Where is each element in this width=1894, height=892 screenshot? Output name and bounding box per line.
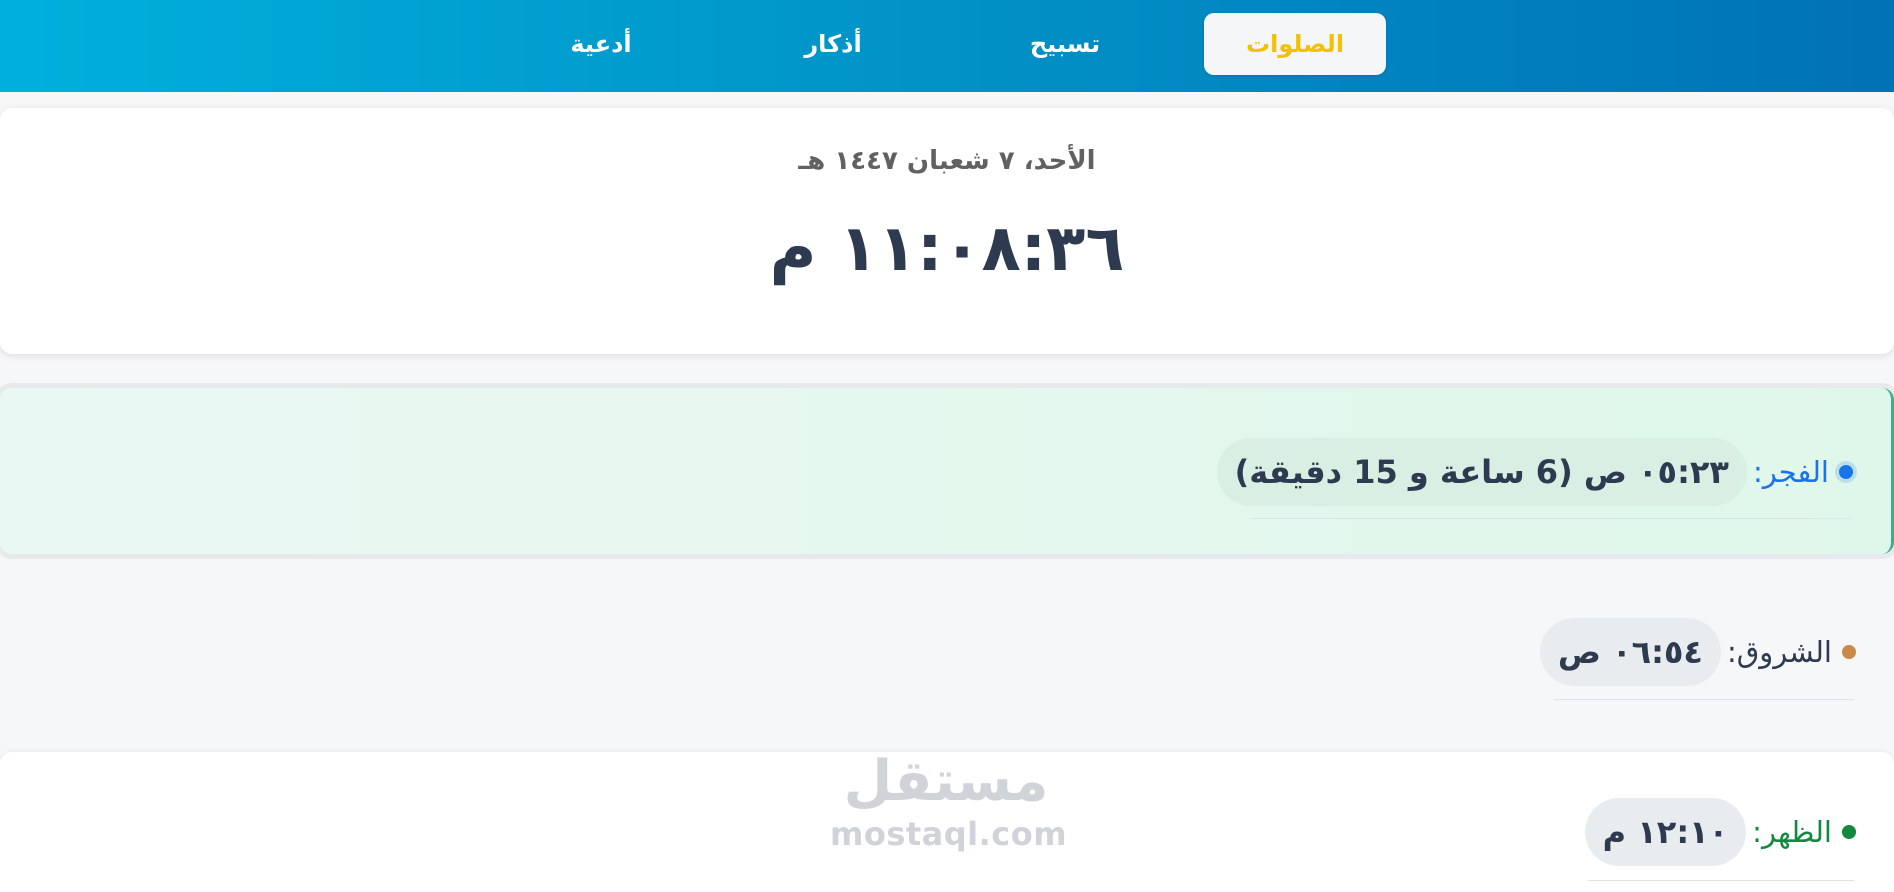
shuruq-status-dot-icon <box>1842 645 1856 659</box>
prayer-row-dhuhr: الظهر: ١٢:١٠ م <box>0 752 1894 892</box>
prayer-line-fajr: الفجر: ٠٥:٢٣ ص (6 ساعة و 15 دقيقة) <box>1216 438 1853 506</box>
divider <box>1554 699 1854 700</box>
prayer-time-dhuhr: ١٢:١٠ م <box>1584 798 1747 866</box>
prayer-row-fajr: الفجر: ٠٥:٢٣ ص (6 ساعة و 15 دقيقة) <box>0 388 1894 554</box>
tab-duas[interactable]: أدعية <box>556 13 646 75</box>
dhuhr-status-dot-icon <box>1842 825 1856 839</box>
fajr-status-dot-icon <box>1839 465 1853 479</box>
tab-adhkar[interactable]: أذكار <box>788 13 878 75</box>
divider <box>1588 880 1854 881</box>
top-navigation: الصلوات تسبيح أذكار أدعية <box>0 0 1894 92</box>
prayer-row-shuruq: الشروق: ٠٦:٥٤ ص <box>0 580 1894 740</box>
prayer-time-shuruq: ٠٦:٥٤ ص <box>1539 618 1721 686</box>
tab-tasbeeh[interactable]: تسبيح <box>1010 13 1120 75</box>
divider <box>1251 518 1851 519</box>
prayer-name-fajr: الفجر: <box>1752 455 1829 489</box>
prayer-name-shuruq: الشروق: <box>1726 635 1832 669</box>
date-clock-card: الأحد، ٧ شعبان ١٤٤٧ هـ ١١:٠٨:٣٦ م <box>0 108 1894 354</box>
tab-prayers[interactable]: الصلوات <box>1204 13 1386 75</box>
prayer-name-dhuhr: الظهر: <box>1752 815 1832 849</box>
current-time-clock: ١١:٠٨:٣٦ م <box>769 212 1125 286</box>
prayer-line-dhuhr: الظهر: ١٢:١٠ م <box>1584 798 1856 866</box>
hijri-date: الأحد، ٧ شعبان ١٤٤٧ هـ <box>798 146 1096 176</box>
prayer-line-shuruq: الشروق: ٠٦:٥٤ ص <box>1539 618 1856 686</box>
prayer-time-fajr: ٠٥:٢٣ ص (6 ساعة و 15 دقيقة) <box>1216 438 1747 506</box>
